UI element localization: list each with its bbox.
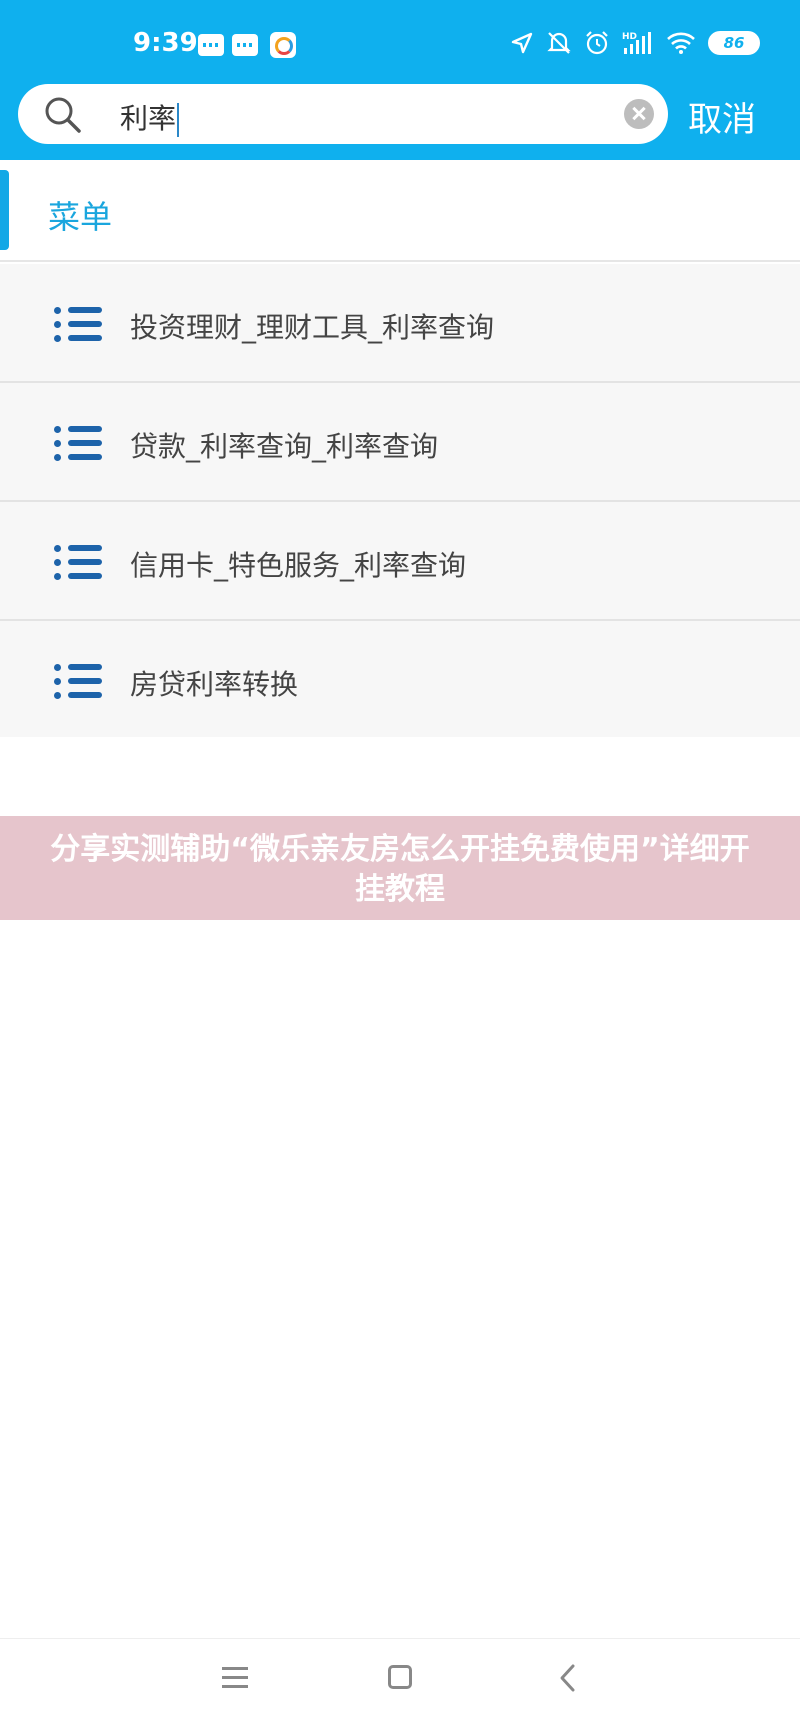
section-indicator (0, 170, 9, 250)
list-icon (54, 304, 102, 344)
recent-apps-icon[interactable] (222, 1667, 248, 1689)
search-box[interactable]: 利率 (18, 84, 668, 144)
list-item[interactable]: 贷款_利率查询_利率查询 (0, 383, 800, 502)
home-icon[interactable] (388, 1665, 412, 1689)
overlay-banner: 分享实测辅助“微乐亲友房怎么开挂免费使用”详细开挂教程 (0, 816, 800, 920)
top-bar: 9:39 HD 86 利率 取消 (0, 0, 800, 160)
list-item[interactable]: 信用卡_特色服务_利率查询 (0, 502, 800, 621)
cancel-button[interactable]: 取消 (688, 92, 756, 141)
wifi-icon (667, 32, 695, 54)
search-icon (45, 97, 81, 133)
list-item-label: 投资理财_理财工具_利率查询 (130, 311, 495, 344)
message-icon (198, 34, 224, 56)
app-notification-icon (270, 32, 296, 58)
search-query: 利率 (120, 102, 177, 135)
hd-signal-icon: HD (622, 32, 651, 54)
list-icon (54, 661, 102, 701)
banner-text: 分享实测辅助“微乐亲友房怎么开挂免费使用”详细开挂教程 (50, 832, 750, 907)
back-icon[interactable] (558, 1663, 578, 1693)
search-input[interactable]: 利率 (120, 97, 180, 137)
system-nav-bar (0, 1638, 800, 1734)
alarm-icon (586, 31, 608, 55)
list-item[interactable]: 房贷利率转换 (0, 621, 800, 737)
section-title: 菜单 (48, 198, 113, 236)
clear-icon[interactable] (624, 99, 654, 129)
location-icon (511, 32, 533, 54)
section-header: 菜单 (0, 160, 800, 262)
list-item-label: 房贷利率转换 (130, 668, 299, 701)
list-icon (54, 423, 102, 463)
list-item-label: 信用卡_特色服务_利率查询 (130, 549, 467, 582)
status-time: 9:39 (133, 28, 198, 58)
list-item[interactable]: 投资理财_理财工具_利率查询 (0, 264, 800, 383)
message-icon (232, 34, 258, 56)
menu-result-list: 投资理财_理财工具_利率查询 贷款_利率查询_利率查询 信用卡_特色服务_利率查… (0, 264, 800, 737)
status-left-icons (198, 32, 296, 58)
status-right-icons: HD 86 (510, 30, 760, 56)
list-icon (54, 542, 102, 582)
svg-text:HD: HD (622, 32, 637, 42)
mute-icon (547, 32, 571, 54)
list-item-label: 贷款_利率查询_利率查询 (130, 430, 439, 463)
text-caret (177, 103, 180, 137)
battery-icon: 86 (708, 31, 760, 55)
